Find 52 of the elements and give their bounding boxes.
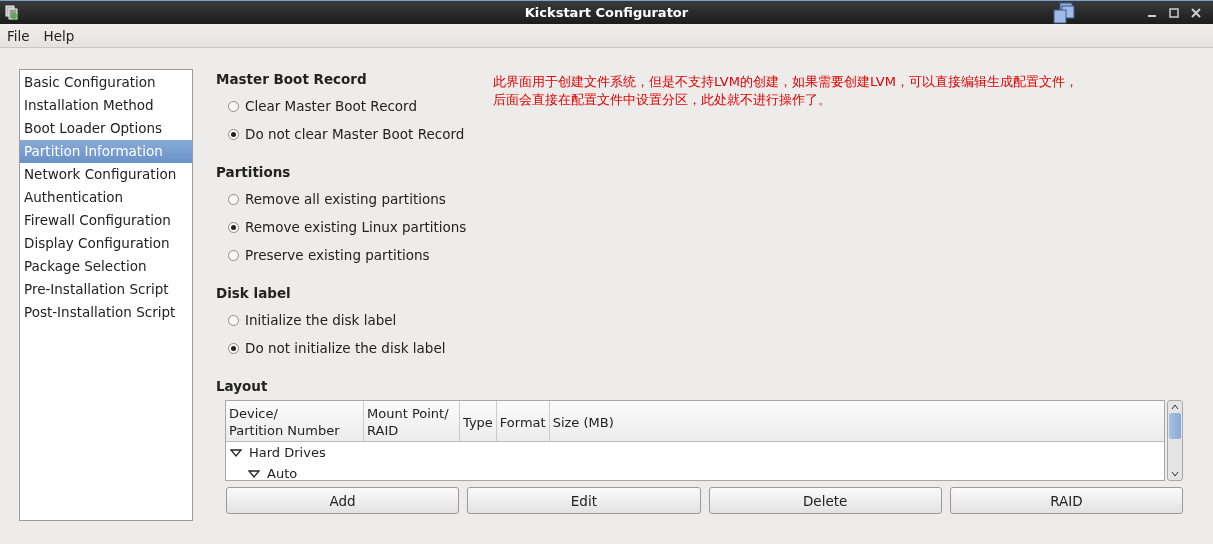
sidebar-item[interactable]: Authentication (20, 186, 192, 209)
radio-button[interactable] (228, 128, 239, 140)
menu-item[interactable]: Help (43, 27, 75, 44)
radio-label[interactable]: Do not clear Master Boot Record (245, 126, 465, 142)
close-icon[interactable] (1191, 7, 1201, 18)
radio-label[interactable]: Clear Master Boot Record (245, 98, 417, 114)
radio-label[interactable]: Do not initialize the disk label (245, 340, 446, 356)
tree-item[interactable]: Hard Drives (249, 445, 326, 460)
window-title: Kickstart Configurator (524, 5, 689, 20)
column-header[interactable]: Size (MB) (549, 401, 617, 441)
menu-item[interactable]: File (7, 27, 30, 44)
column-header[interactable]: Format (496, 401, 550, 441)
sidebar-item[interactable]: Display Configuration (20, 232, 192, 255)
sidebar-item[interactable]: Network Configuration (20, 163, 192, 186)
radio-button[interactable] (228, 249, 239, 261)
sidebar-item[interactable]: Pre-Installation Script (20, 278, 192, 301)
expander-icon[interactable] (230, 446, 242, 459)
column-header[interactable]: Device/ Partition Number (226, 401, 364, 441)
section-heading: Layout (216, 377, 268, 396)
expander-icon[interactable] (248, 467, 260, 480)
tree-item[interactable]: Auto (267, 466, 298, 480)
maximize-icon[interactable] (1169, 7, 1179, 18)
annotation-text: 后面会直接在配置文件中设置分区，此处就不进行操作了。 (493, 91, 832, 109)
action-button[interactable]: Edit (467, 487, 701, 514)
radio-button[interactable] (228, 314, 239, 326)
annotation-text: 此界面用于创建文件系统，但是不支持LVM的创建，如果需要创建LVM，可以直接编辑生成配置文件， (493, 73, 1078, 91)
radio-label[interactable]: Remove existing Linux partitions (245, 219, 467, 235)
section-heading: Partitions (216, 163, 291, 182)
radio-button[interactable] (228, 193, 239, 205)
sidebar-item[interactable]: Boot Loader Options (20, 117, 192, 140)
action-button[interactable]: Delete (708, 487, 942, 514)
sidebar-item[interactable]: Package Selection (20, 255, 192, 278)
radio-label[interactable]: Initialize the disk label (245, 312, 397, 328)
radio-button[interactable] (228, 221, 239, 233)
sidebar-item[interactable]: Firewall Configuration (20, 209, 192, 232)
sidebar-item[interactable]: Basic Configuration (20, 71, 192, 94)
action-button[interactable]: RAID (949, 487, 1183, 514)
radio-button[interactable] (228, 100, 239, 112)
radio-button[interactable] (228, 342, 239, 354)
radio-label[interactable]: Remove all existing partitions (245, 191, 446, 207)
sidebar-item[interactable]: Installation Method (20, 94, 192, 117)
section-heading: Disk label (216, 284, 291, 303)
action-button[interactable]: Add (226, 487, 460, 514)
section-heading: Master Boot Record (216, 70, 367, 89)
sidebar-item[interactable]: Post-Installation Script (20, 301, 192, 324)
column-header[interactable]: Mount Point/ RAID (364, 401, 460, 441)
column-header[interactable]: Type (460, 401, 497, 441)
radio-label[interactable]: Preserve existing partitions (245, 247, 430, 263)
scroll-thumb[interactable] (1169, 413, 1181, 439)
app-icon (5, 4, 19, 21)
scrollbar[interactable] (1167, 400, 1183, 481)
windows-icon[interactable] (1053, 1, 1075, 24)
